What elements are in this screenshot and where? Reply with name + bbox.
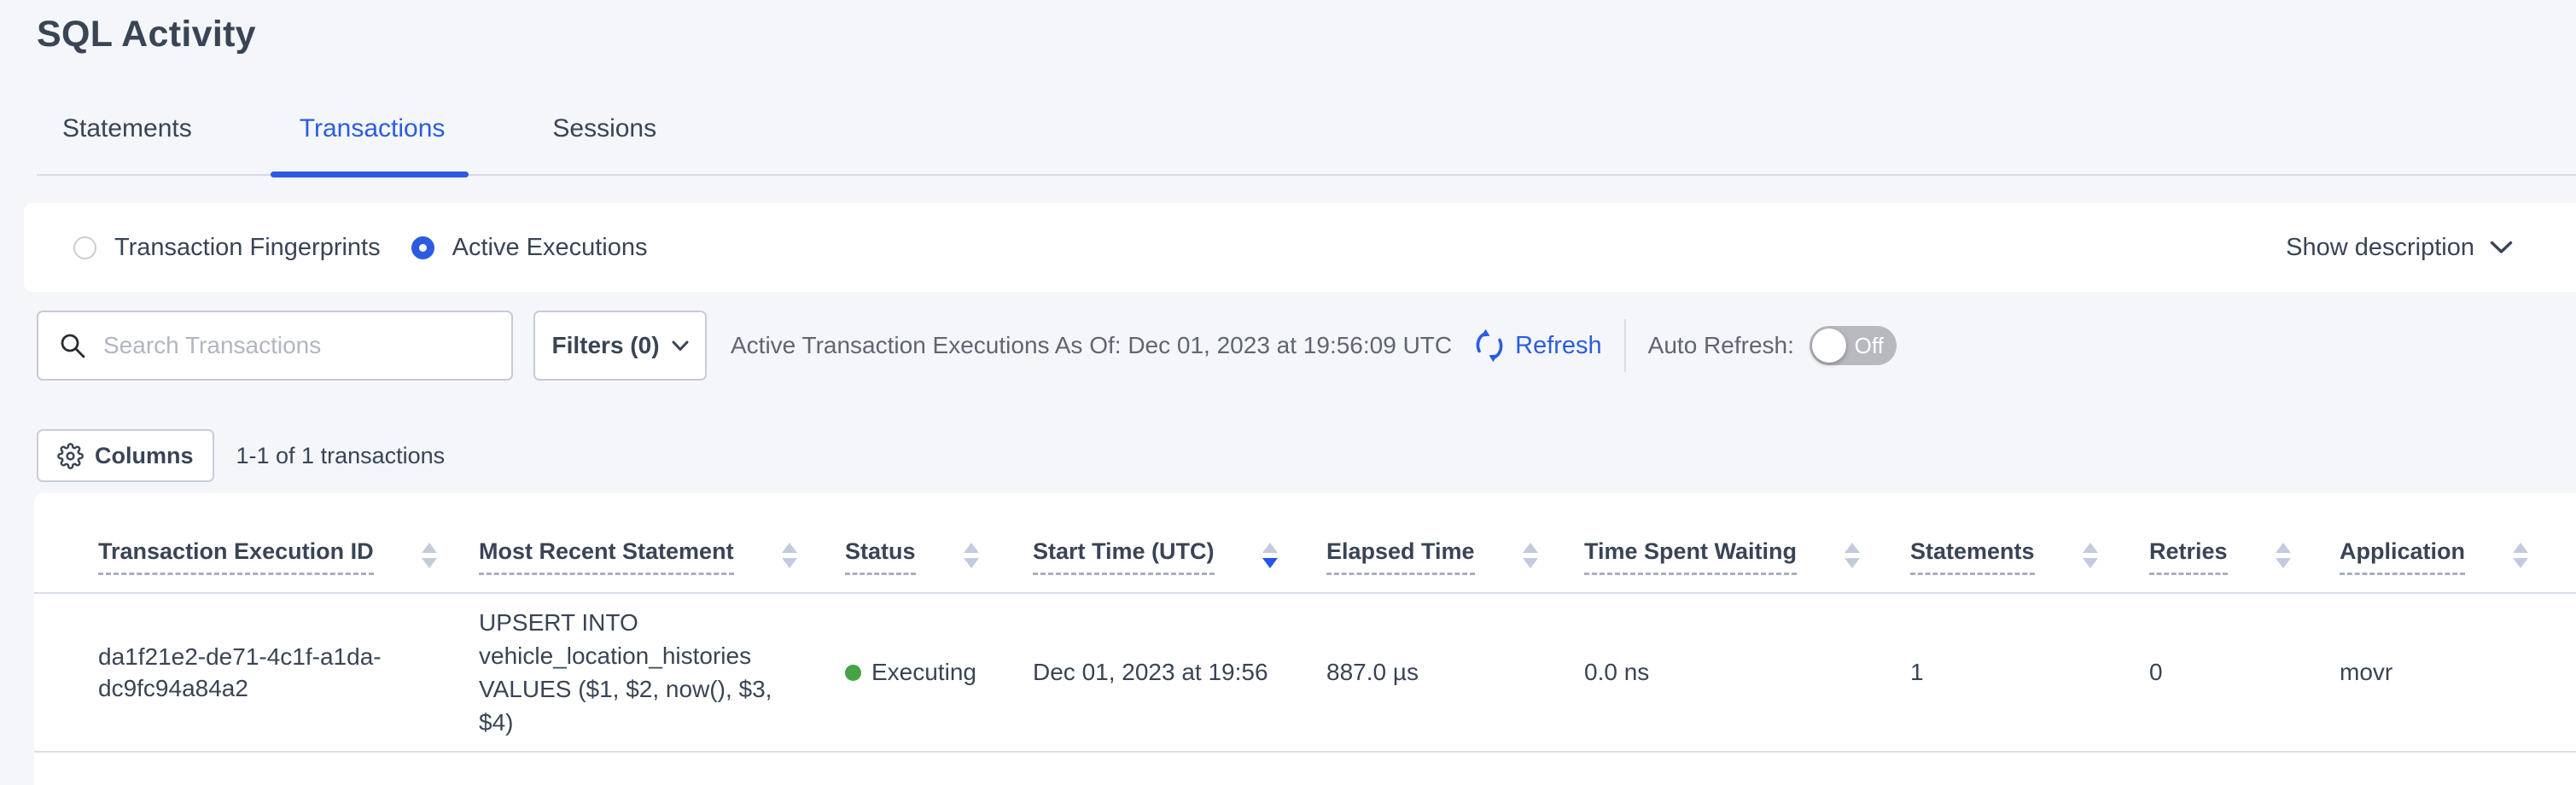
- sort-arrows-icon: [422, 543, 437, 575]
- tab-sessions[interactable]: Sessions: [552, 114, 656, 174]
- sort-arrows-icon: [2083, 543, 2098, 575]
- sort-arrows-icon: [2276, 543, 2291, 575]
- search-input[interactable]: [102, 331, 494, 360]
- as-of-timestamp: Active Transaction Executions As Of: Dec…: [731, 332, 1452, 359]
- column-header-transaction-execution-id[interactable]: Transaction Execution ID: [98, 538, 479, 592]
- show-description-button[interactable]: Show description: [2286, 234, 2513, 262]
- refresh-icon: [1472, 329, 1507, 363]
- cell-most-recent-statement: UPSERT INTO vehicle_location_histories V…: [479, 606, 830, 739]
- column-header-most-recent-statement[interactable]: Most Recent Statement: [479, 538, 845, 592]
- result-count: 1-1 of 1 transactions: [236, 443, 446, 469]
- sort-arrows-icon: [782, 543, 797, 575]
- column-header-application[interactable]: Application: [2340, 538, 2576, 592]
- column-header-retries[interactable]: Retries: [2149, 538, 2340, 592]
- cell-retries: 0: [2149, 659, 2340, 686]
- radio-circle-icon: [411, 236, 434, 259]
- column-header-status[interactable]: Status: [845, 538, 1033, 592]
- view-options-card: Transaction Fingerprints Active Executio…: [24, 203, 2576, 292]
- gear-icon: [57, 443, 84, 469]
- column-header-time-spent-waiting[interactable]: Time Spent Waiting: [1584, 538, 1910, 592]
- column-header-statements[interactable]: Statements: [1910, 538, 2149, 592]
- radio-circle-icon: [73, 236, 96, 259]
- cell-elapsed-time: 887.0 µs: [1326, 659, 1584, 686]
- radio-label: Transaction Fingerprints: [114, 234, 381, 262]
- status-label: Executing: [871, 659, 976, 686]
- table-row: da1f21e2-de71-4c1f-a1da-dc9fc94a84a2 UPS…: [34, 594, 2576, 753]
- auto-refresh-label: Auto Refresh:: [1648, 332, 1794, 359]
- page-title: SQL Activity: [37, 14, 256, 55]
- sort-arrows-icon: [1523, 543, 1538, 575]
- sort-arrows-icon: [1845, 543, 1860, 575]
- vertical-divider: [1624, 319, 1626, 372]
- column-header-start-time[interactable]: Start Time (UTC): [1033, 538, 1326, 592]
- controls-row: Filters (0) Active Transaction Execution…: [37, 311, 1897, 381]
- columns-button-label: Columns: [95, 443, 194, 469]
- tab-statements[interactable]: Statements: [62, 114, 192, 174]
- show-description-label: Show description: [2286, 234, 2474, 262]
- search-box: [37, 311, 513, 381]
- sort-arrows-icon: [2513, 543, 2528, 575]
- filters-button-label: Filters (0): [551, 332, 659, 359]
- toggle-knob: [1812, 329, 1846, 363]
- toggle-state-label: Off: [1855, 333, 1884, 359]
- sort-arrows-icon: [964, 543, 979, 575]
- cell-statements: 1: [1910, 659, 2149, 686]
- sql-activity-tabbar: Statements Transactions Sessions: [37, 114, 2576, 176]
- radio-transaction-fingerprints[interactable]: Transaction Fingerprints: [73, 234, 381, 262]
- chevron-down-icon: [672, 340, 689, 352]
- refresh-label: Refresh: [1515, 332, 1602, 360]
- cell-application: movr: [2340, 659, 2576, 686]
- transactions-table: Transaction Execution ID Most Recent Sta…: [34, 493, 2576, 785]
- radio-label: Active Executions: [452, 234, 648, 262]
- columns-button[interactable]: Columns: [37, 429, 214, 482]
- cell-time-spent-waiting: 0.0 ns: [1584, 659, 1910, 686]
- cell-start-time: Dec 01, 2023 at 19:56: [1033, 659, 1326, 686]
- table-header-row: Transaction Execution ID Most Recent Sta…: [34, 493, 2576, 594]
- cell-status: Executing: [845, 659, 1033, 686]
- cell-transaction-execution-id[interactable]: da1f21e2-de71-4c1f-a1da-dc9fc94a84a2: [98, 641, 414, 704]
- tab-transactions[interactable]: Transactions: [300, 114, 446, 174]
- search-icon: [59, 332, 86, 359]
- refresh-button[interactable]: Refresh: [1472, 329, 1602, 363]
- auto-refresh-toggle[interactable]: Off: [1810, 326, 1897, 365]
- results-bar: Columns 1-1 of 1 transactions: [37, 429, 445, 482]
- radio-active-executions[interactable]: Active Executions: [411, 234, 648, 262]
- column-header-elapsed-time[interactable]: Elapsed Time: [1326, 538, 1584, 592]
- status-executing-dot-icon: [845, 665, 861, 681]
- filters-button[interactable]: Filters (0): [533, 311, 707, 381]
- sort-arrows-icon-active-desc: [1262, 543, 1278, 575]
- chevron-down-icon: [2490, 241, 2513, 255]
